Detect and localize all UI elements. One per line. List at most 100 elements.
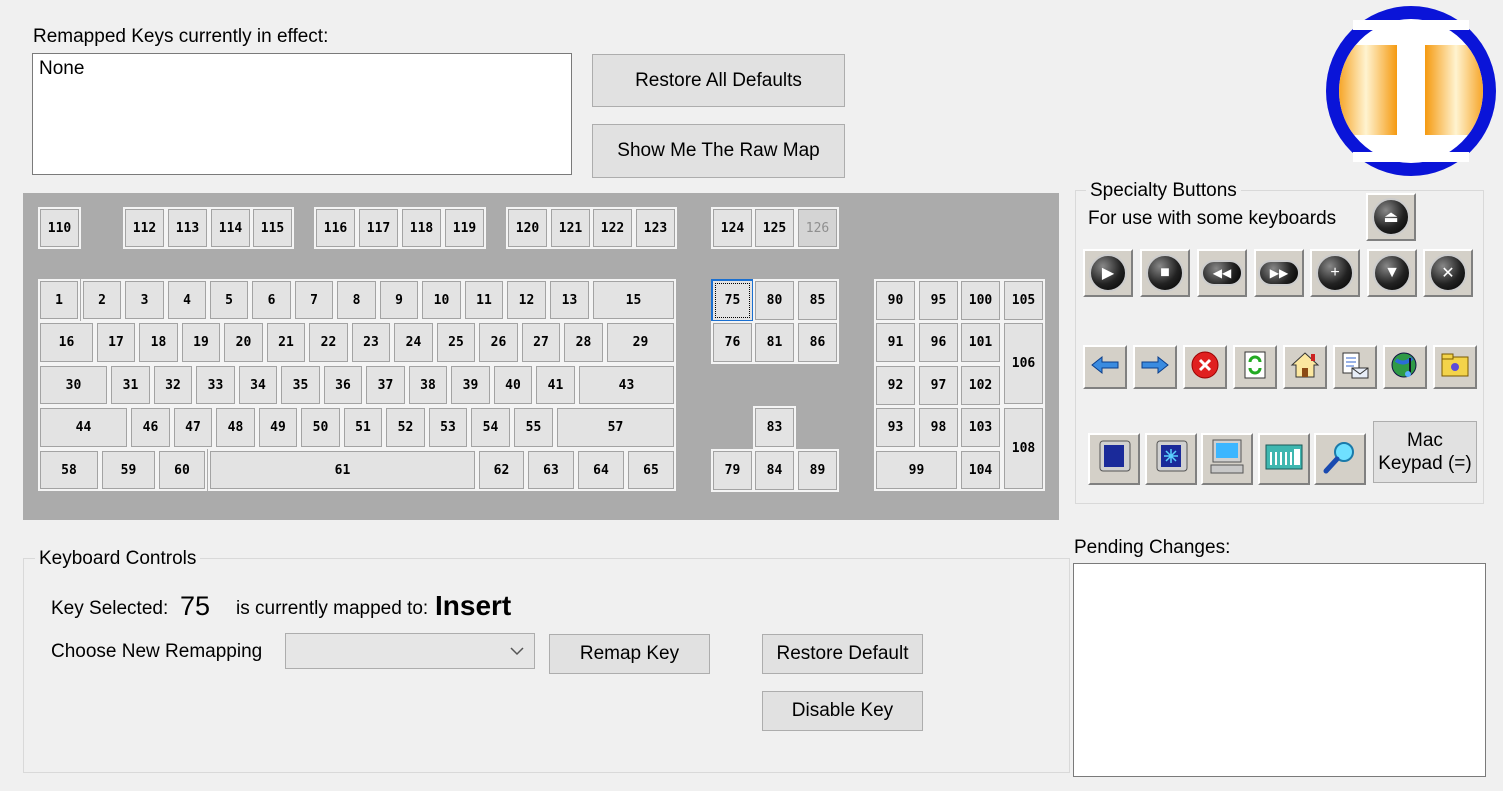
- key-92[interactable]: 92: [874, 364, 917, 407]
- show-raw-map-button[interactable]: Show Me The Raw Map: [592, 124, 845, 178]
- key-117[interactable]: 117: [357, 207, 400, 249]
- key-114[interactable]: 114: [209, 207, 252, 249]
- key-36[interactable]: 36: [322, 364, 364, 406]
- key-47[interactable]: 47: [172, 406, 214, 449]
- key-84[interactable]: 84: [753, 449, 796, 492]
- key-86[interactable]: 86: [796, 321, 839, 364]
- key-4[interactable]: 4: [166, 279, 208, 321]
- key-33[interactable]: 33: [194, 364, 237, 406]
- key-98[interactable]: 98: [917, 406, 960, 449]
- key-48[interactable]: 48: [214, 406, 257, 449]
- key-13[interactable]: 13: [548, 279, 591, 321]
- key-44[interactable]: 44: [38, 406, 129, 449]
- key-83[interactable]: 83: [753, 406, 796, 449]
- key-121[interactable]: 121: [549, 207, 592, 249]
- volume-up-button[interactable]: +: [1310, 249, 1360, 297]
- key-91[interactable]: 91: [874, 321, 917, 364]
- mute-button[interactable]: ✕: [1423, 249, 1473, 297]
- key-2[interactable]: 2: [81, 279, 123, 321]
- pending-changes-list[interactable]: [1073, 563, 1486, 777]
- key-21[interactable]: 21: [265, 321, 307, 364]
- key-106[interactable]: 106: [1002, 321, 1045, 406]
- key-55[interactable]: 55: [512, 406, 555, 449]
- key-108[interactable]: 108: [1002, 406, 1045, 491]
- key-64[interactable]: 64: [576, 449, 626, 491]
- key-125[interactable]: 125: [753, 207, 796, 249]
- remapped-keys-list[interactable]: None: [32, 53, 572, 175]
- key-3[interactable]: 3: [123, 279, 166, 321]
- key-89[interactable]: 89: [796, 449, 839, 492]
- forward-arrow-button[interactable]: [1133, 345, 1177, 389]
- key-53[interactable]: 53: [427, 406, 469, 449]
- key-79[interactable]: 79: [711, 449, 754, 492]
- key-51[interactable]: 51: [342, 406, 384, 449]
- key-123[interactable]: 123: [634, 207, 677, 249]
- key-12[interactable]: 12: [505, 279, 548, 321]
- key-105[interactable]: 105: [1002, 279, 1045, 322]
- calculator-button[interactable]: [1258, 433, 1310, 485]
- key-113[interactable]: 113: [166, 207, 209, 249]
- key-122[interactable]: 122: [591, 207, 634, 249]
- key-35[interactable]: 35: [279, 364, 322, 406]
- key-103[interactable]: 103: [959, 406, 1002, 449]
- rewind-button[interactable]: ◀◀: [1197, 249, 1247, 297]
- key-62[interactable]: 62: [477, 449, 526, 491]
- key-43[interactable]: 43: [577, 364, 676, 406]
- key-34[interactable]: 34: [237, 364, 279, 406]
- key-19[interactable]: 19: [180, 321, 222, 364]
- key-22[interactable]: 22: [307, 321, 350, 364]
- key-40[interactable]: 40: [492, 364, 534, 406]
- my-computer-button[interactable]: [1201, 433, 1253, 485]
- key-63[interactable]: 63: [526, 449, 576, 491]
- stop-red-button[interactable]: [1183, 345, 1227, 389]
- key-80[interactable]: 80: [753, 279, 796, 322]
- play-button[interactable]: ▶: [1083, 249, 1133, 297]
- key-1[interactable]: 1: [38, 279, 80, 321]
- key-41[interactable]: 41: [534, 364, 577, 406]
- key-101[interactable]: 101: [959, 321, 1002, 364]
- key-90[interactable]: 90: [874, 279, 917, 322]
- key-15[interactable]: 15: [591, 279, 676, 321]
- key-38[interactable]: 38: [407, 364, 449, 406]
- key-76[interactable]: 76: [711, 321, 754, 364]
- key-120[interactable]: 120: [506, 207, 549, 249]
- disable-key-button[interactable]: Disable Key: [762, 691, 923, 731]
- key-119[interactable]: 119: [443, 207, 486, 249]
- key-7[interactable]: 7: [293, 279, 335, 321]
- key-11[interactable]: 11: [463, 279, 505, 321]
- key-27[interactable]: 27: [520, 321, 562, 364]
- key-28[interactable]: 28: [562, 321, 605, 364]
- key-97[interactable]: 97: [917, 364, 960, 407]
- key-50[interactable]: 50: [299, 406, 342, 449]
- key-102[interactable]: 102: [959, 364, 1002, 407]
- key-65[interactable]: 65: [626, 449, 676, 491]
- key-18[interactable]: 18: [137, 321, 180, 364]
- key-37[interactable]: 37: [364, 364, 407, 406]
- stop-button[interactable]: ■: [1140, 249, 1190, 297]
- key-110[interactable]: 110: [38, 207, 81, 249]
- key-99[interactable]: 99: [874, 449, 959, 491]
- key-20[interactable]: 20: [222, 321, 265, 364]
- key-26[interactable]: 26: [477, 321, 520, 364]
- eject-button[interactable]: ⏏: [1366, 193, 1416, 241]
- fast-forward-button[interactable]: ▶▶: [1254, 249, 1304, 297]
- key-8[interactable]: 8: [335, 279, 378, 321]
- key-24[interactable]: 24: [392, 321, 435, 364]
- restore-all-defaults-button[interactable]: Restore All Defaults: [592, 54, 845, 107]
- folder-button[interactable]: [1433, 345, 1477, 389]
- key-30[interactable]: 30: [38, 364, 109, 406]
- key-57[interactable]: 57: [555, 406, 676, 449]
- key-100[interactable]: 100: [959, 279, 1002, 322]
- key-17[interactable]: 17: [95, 321, 137, 364]
- key-124[interactable]: 124: [711, 207, 754, 249]
- remap-key-button[interactable]: Remap Key: [549, 634, 710, 674]
- wake-monitor-button[interactable]: [1145, 433, 1197, 485]
- sleep-monitor-button[interactable]: [1088, 433, 1140, 485]
- restore-default-button[interactable]: Restore Default: [762, 634, 923, 674]
- key-60[interactable]: 60: [157, 449, 207, 491]
- key-104[interactable]: 104: [959, 449, 1002, 491]
- key-93[interactable]: 93: [874, 406, 917, 449]
- key-52[interactable]: 52: [384, 406, 427, 449]
- key-31[interactable]: 31: [109, 364, 152, 406]
- mac-keypad-button[interactable]: Mac Keypad (=): [1373, 421, 1477, 483]
